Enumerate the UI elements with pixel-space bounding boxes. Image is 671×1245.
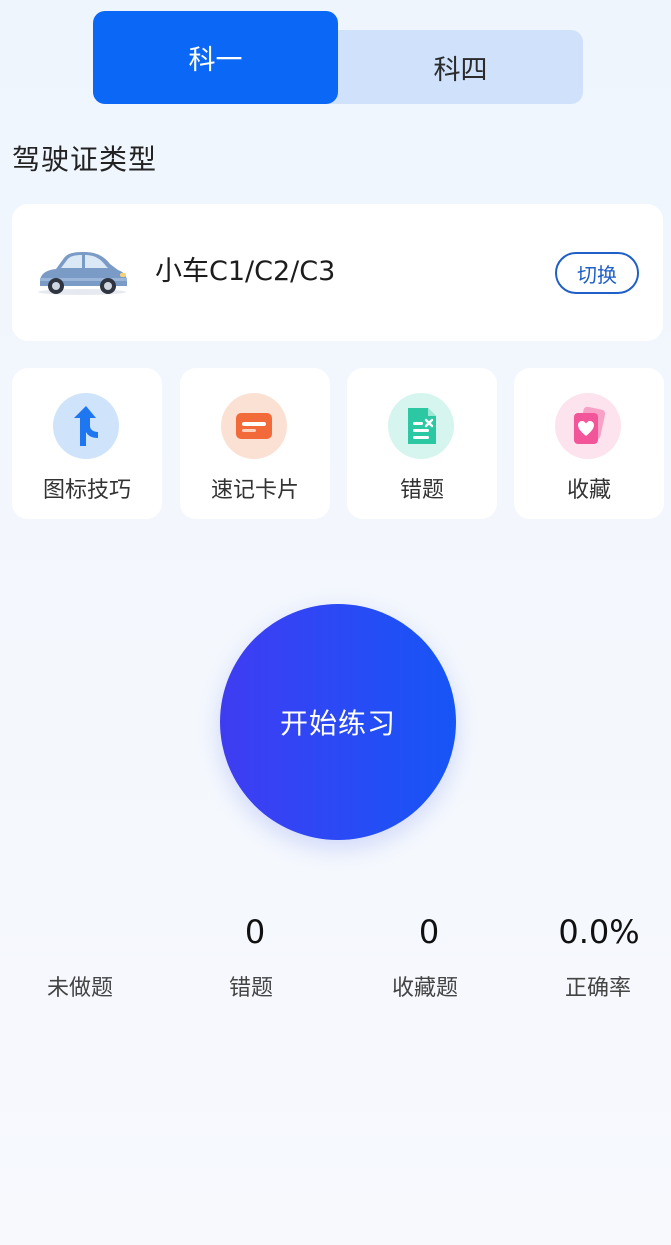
tile-wrong-questions[interactable]: 错题: [347, 368, 497, 519]
start-practice-label: 开始练习: [279, 707, 396, 740]
switch-license-button[interactable]: 切换: [555, 252, 639, 294]
switch-license-label: 切换: [577, 262, 617, 287]
license-type-title: 驾驶证类型: [12, 143, 158, 176]
tab-subject-four-label: 科四: [433, 54, 488, 86]
stat-wrong-value: 0: [244, 913, 266, 951]
tile-label: 错题: [399, 478, 444, 503]
stat-undone-label: 未做题: [46, 976, 113, 1001]
wrong-doc-icon: [388, 393, 454, 459]
stat-wrong-label: 错题: [228, 976, 273, 1001]
car-icon: [38, 252, 127, 295]
road-sign-icon: [53, 393, 119, 459]
tile-icon-tips[interactable]: 图标技巧: [12, 368, 162, 519]
heart-card-icon: [555, 393, 621, 459]
tile-label: 收藏: [566, 478, 611, 503]
tile-label: 图标技巧: [42, 478, 131, 503]
stat-accuracy-label: 正确率: [564, 976, 631, 1001]
tile-quick-cards[interactable]: 速记卡片: [180, 368, 330, 519]
card-icon: [221, 393, 287, 459]
license-card[interactable]: 小车C1/C2/C3 切换: [12, 204, 663, 341]
license-name: 小车C1/C2/C3: [155, 256, 336, 287]
tab-subject-one-label: 科一: [188, 45, 243, 76]
tile-favorites[interactable]: 收藏: [514, 368, 664, 519]
start-practice-button[interactable]: 开始练习: [220, 604, 456, 840]
tile-label: 速记卡片: [210, 478, 299, 503]
tab-subject-one[interactable]: 科一: [93, 11, 338, 104]
stat-favorites-value: 0: [418, 913, 440, 951]
stat-accuracy-value: 0.0%: [558, 913, 640, 951]
tab-subject-four[interactable]: 科四: [338, 30, 583, 104]
stat-favorites-label: 收藏题: [391, 976, 458, 1001]
